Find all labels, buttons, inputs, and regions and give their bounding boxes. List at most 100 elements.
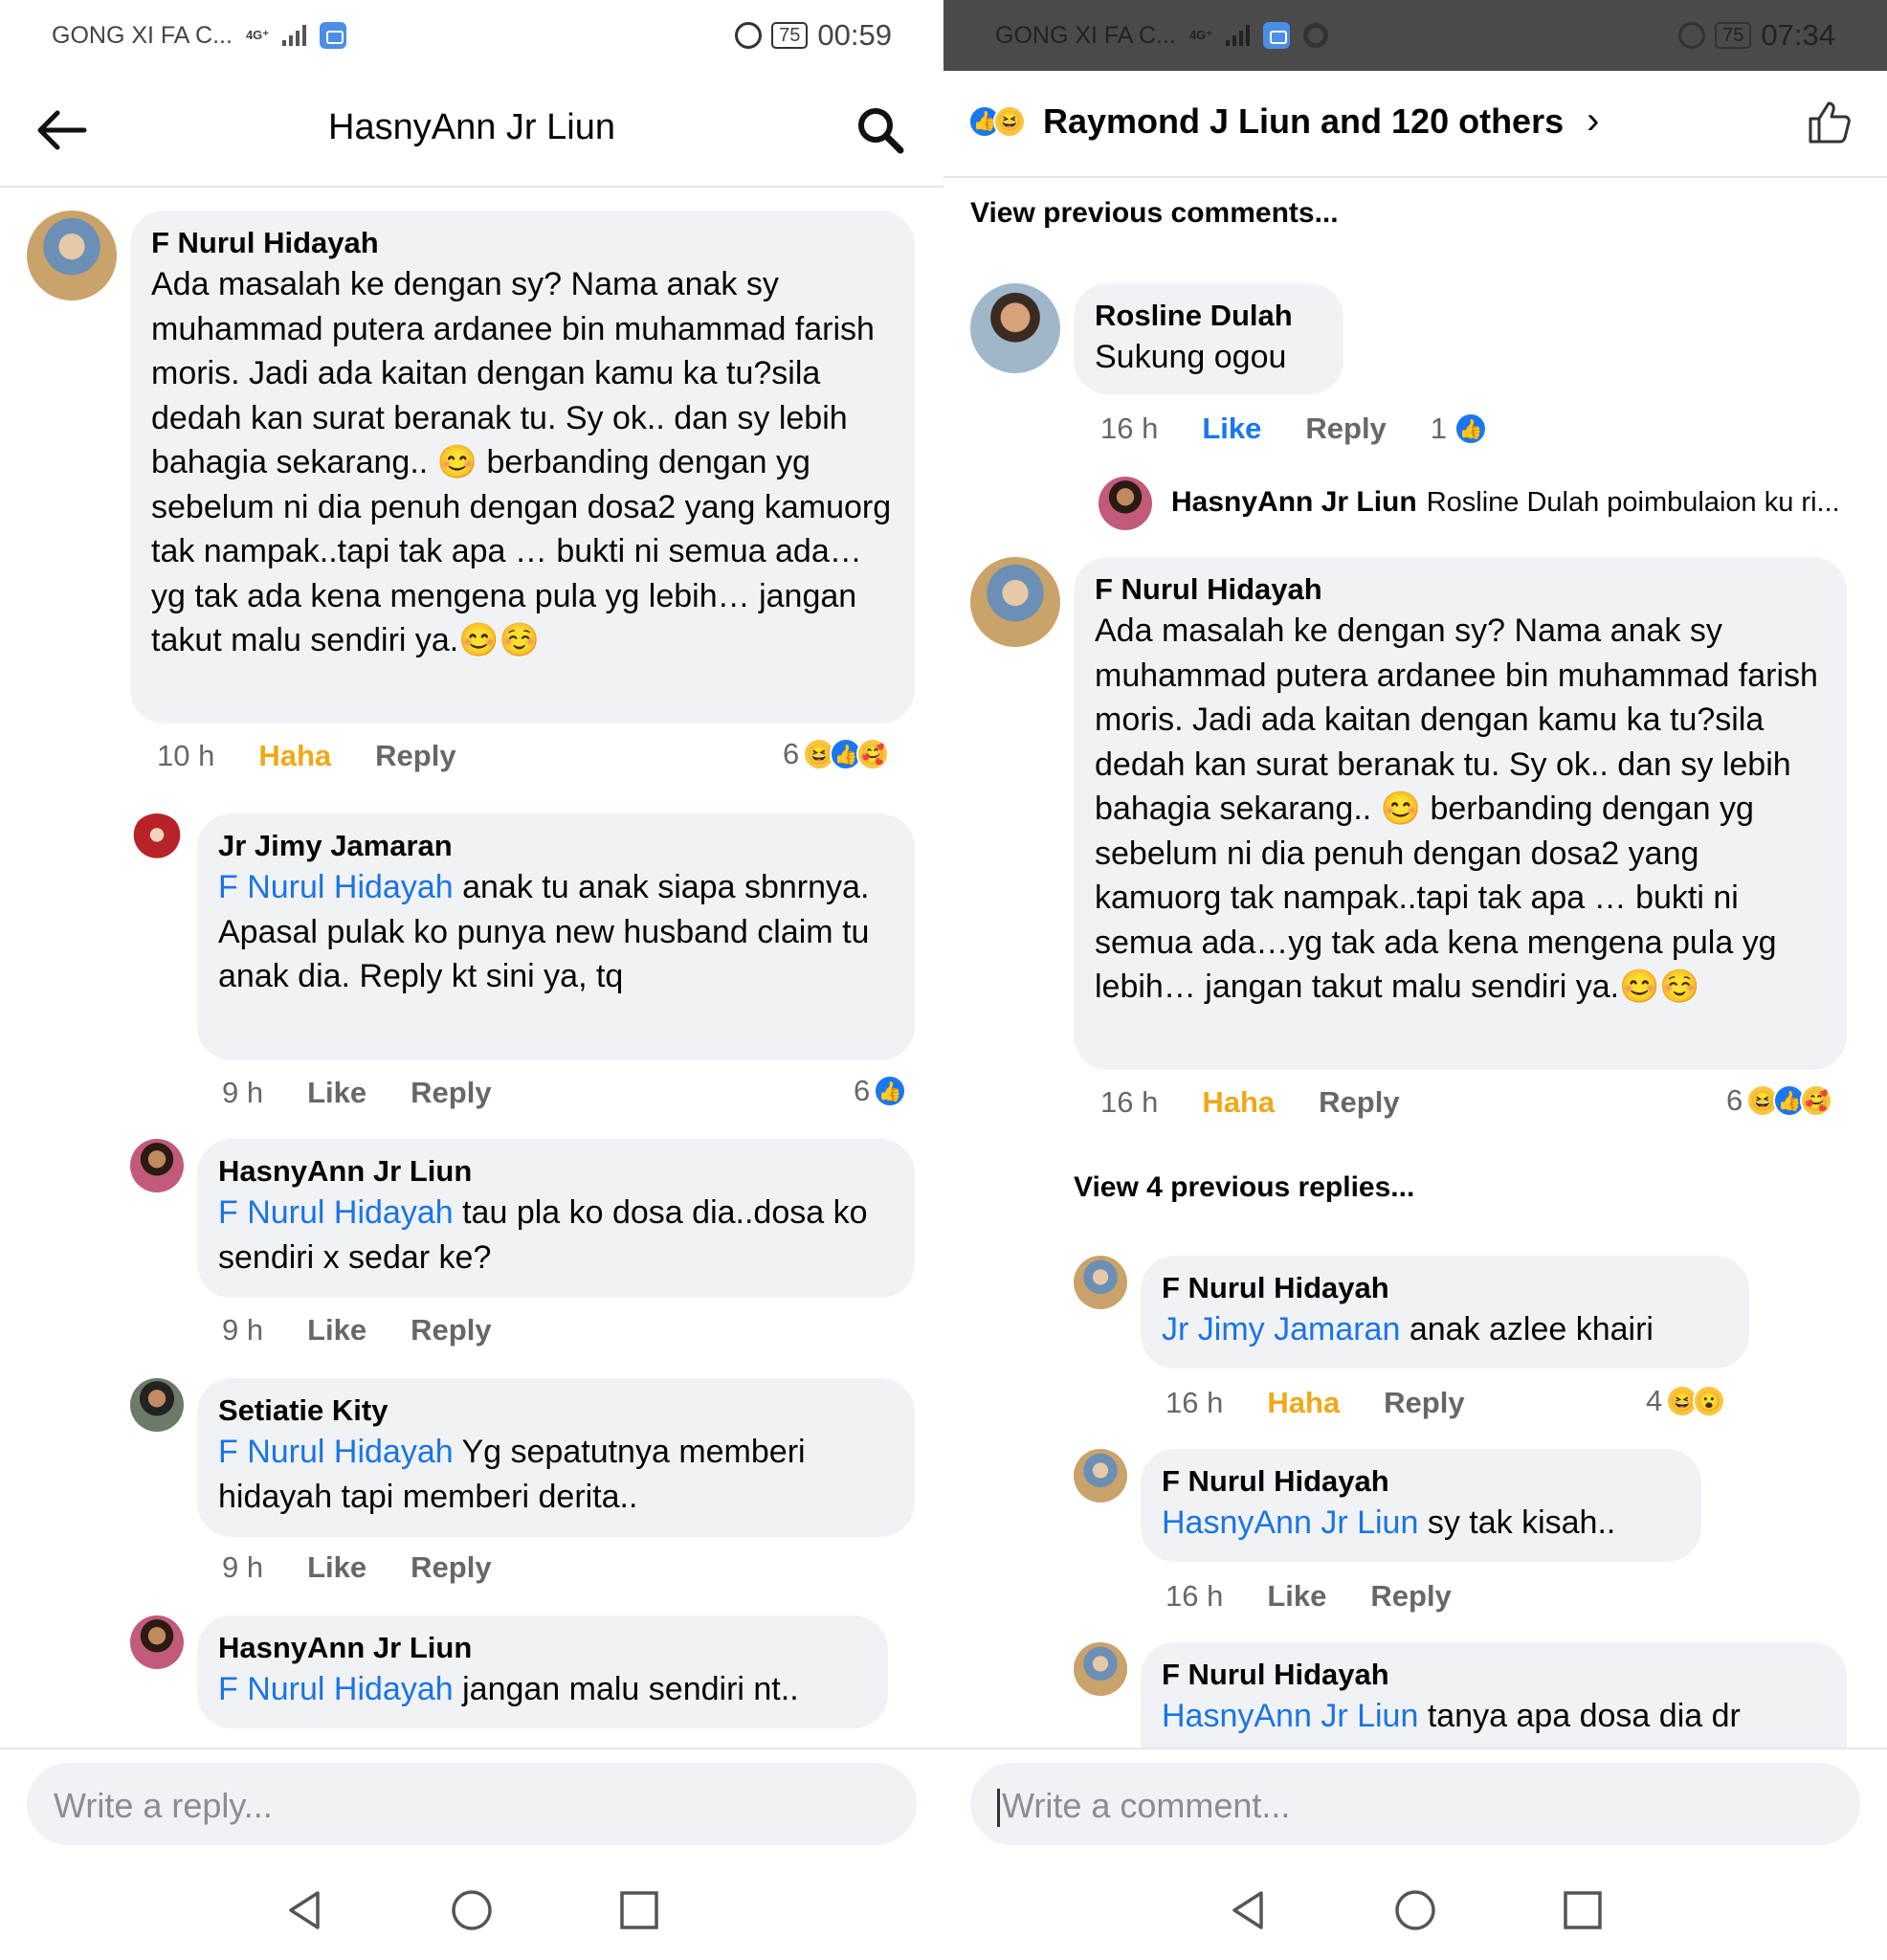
comment-author[interactable]: Jr Jimy Jamaran <box>218 827 894 865</box>
nav-recents-icon[interactable] <box>618 1889 660 1931</box>
app-notification-icon <box>320 22 347 49</box>
view-previous-replies-link[interactable]: View 4 previous replies... <box>1074 1171 1414 1204</box>
avatar[interactable] <box>970 557 1060 647</box>
comment-author[interactable]: F Nurul Hidayah <box>1162 1462 1680 1501</box>
reply-input[interactable]: Write a reply... <box>27 1763 917 1845</box>
reaction-button[interactable]: Haha <box>258 739 331 773</box>
nav-home-icon[interactable] <box>1394 1889 1436 1931</box>
avatar[interactable] <box>130 1615 184 1669</box>
nav-recents-icon[interactable] <box>1562 1889 1604 1931</box>
like-button[interactable]: Like <box>1202 412 1261 446</box>
comment-author[interactable]: F Nurul Hidayah <box>1095 570 1826 609</box>
avatar[interactable] <box>27 211 117 301</box>
nav-back-icon[interactable] <box>283 1889 325 1931</box>
status-bar: GONG XI FA C... 4G⁺ 75 07:34 <box>944 0 1887 71</box>
reply-button[interactable]: Reply <box>1370 1579 1451 1614</box>
avatar[interactable] <box>130 1139 184 1192</box>
comment-author[interactable]: HasnyAnn Jr Liun <box>218 1629 867 1667</box>
comment-bubble: F Nurul Hidayah Ada masalah ke dengan sy… <box>1074 557 1847 1070</box>
avatar[interactable] <box>130 1378 184 1432</box>
reaction-count: 4 <box>1646 1384 1663 1417</box>
reaction-count: 6 <box>854 1074 871 1107</box>
top-app-bar: HasnyAnn Jr Liun <box>0 71 944 188</box>
comment-text: Ada masalah ke dengan sy? Nama anak sy m… <box>151 266 892 658</box>
comment-bubble: F Nurul Hidayah Ada masalah ke dengan sy… <box>130 211 915 724</box>
wow-reaction-icon: 😮 <box>1693 1385 1726 1417</box>
reply-button[interactable]: Reply <box>411 1313 491 1348</box>
reaction-summary[interactable]: 4 😆 😮 <box>1646 1384 1726 1418</box>
page-title: HasnyAnn Jr Liun <box>328 107 615 147</box>
avatar[interactable] <box>1099 477 1152 530</box>
comment-input[interactable]: Write a comment... <box>970 1763 1860 1845</box>
reply-preview-text: Rosline Dulah poimbulaion ku ri... <box>1426 486 1840 518</box>
comment-text: Sukung ogou <box>1095 339 1287 375</box>
reaction-button[interactable]: Haha <box>1267 1386 1340 1420</box>
avatar[interactable] <box>130 813 184 867</box>
reply-button[interactable]: Reply <box>411 1076 491 1110</box>
comment-author[interactable]: Setiatie Kity <box>218 1392 894 1430</box>
comment-author[interactable]: Rosline Dulah <box>1095 297 1322 335</box>
reactors-label[interactable]: Raymond J Liun and 120 others <box>1043 101 1564 142</box>
comment-author[interactable]: F Nurul Hidayah <box>151 224 894 262</box>
reply-button[interactable]: Reply <box>1384 1386 1464 1420</box>
reaction-count: 6 <box>783 737 800 770</box>
reaction-summary[interactable]: 6 👍 <box>854 1074 907 1108</box>
comment-text: HasnyAnn Jr Liun tanya apa dosa dia dr <box>1162 1694 1826 1739</box>
avatar[interactable] <box>1074 1449 1127 1503</box>
comment-bubble: F Nurul Hidayah Jr Jimy Jamaran anak azl… <box>1141 1256 1749 1369</box>
reaction-summary[interactable]: 6 😆 👍 🥰 <box>1726 1083 1833 1118</box>
mention-link[interactable]: F Nurul Hidayah <box>218 869 454 905</box>
comment-actions: 16 h Like Reply 1 👍 <box>1100 412 1531 446</box>
nav-home-icon[interactable] <box>451 1889 493 1931</box>
chevron-right-icon[interactable]: › <box>1587 100 1599 143</box>
signal-icon <box>282 25 307 46</box>
reply-button[interactable]: Reply <box>1305 412 1386 446</box>
comment-text: Jr Jimy Jamaran anak azlee khairi <box>1162 1307 1728 1352</box>
mention-link[interactable]: F Nurul Hidayah <box>218 1194 454 1231</box>
comment-time: 10 h <box>157 739 215 772</box>
nav-back-icon[interactable] <box>1227 1889 1269 1931</box>
reaction-summary[interactable]: 6 😆 👍 🥰 <box>783 737 890 771</box>
comment-time: 9 h <box>222 1313 264 1347</box>
comment-bubble: Rosline Dulah Sukung ogou <box>1074 283 1343 394</box>
like-button[interactable]: Like <box>1267 1579 1326 1614</box>
signal-icon <box>1226 25 1251 46</box>
reactions-summary-link[interactable]: 👍 😆 Raymond J Liun and 120 others › <box>968 100 1599 143</box>
status-bar: GONG XI FA C... 4G⁺ 75 00:59 <box>0 0 944 71</box>
like-button[interactable]: Like <box>307 1550 366 1585</box>
network-type-label: 4G⁺ <box>1188 28 1213 42</box>
comment-actions: 9 h Like Reply <box>222 1313 536 1348</box>
battery-indicator: 75 <box>771 22 809 49</box>
network-type-label: 4G⁺ <box>245 28 270 42</box>
comment-time: 16 h <box>1100 412 1159 445</box>
search-icon[interactable] <box>855 105 905 155</box>
avatar[interactable] <box>970 283 1060 373</box>
comment-bubble: F Nurul Hidayah HasnyAnn Jr Liun sy tak … <box>1141 1449 1701 1562</box>
avatar[interactable] <box>1074 1642 1127 1696</box>
mention-link[interactable]: F Nurul Hidayah <box>218 1434 454 1470</box>
mention-link[interactable]: F Nurul Hidayah <box>218 1671 454 1707</box>
like-reaction-icon: 👍 <box>1454 412 1488 445</box>
comment-bubble: HasnyAnn Jr Liun F Nurul Hidayah jangan … <box>197 1615 888 1728</box>
view-previous-comments-link[interactable]: View previous comments... <box>970 197 1339 230</box>
reply-button[interactable]: Reply <box>411 1550 491 1585</box>
mention-link[interactable]: HasnyAnn Jr Liun <box>1162 1698 1418 1734</box>
reaction-button[interactable]: Haha <box>1202 1085 1275 1120</box>
comment-author[interactable]: F Nurul Hidayah <box>1162 1269 1728 1307</box>
comment-author[interactable]: F Nurul Hidayah <box>1162 1656 1826 1694</box>
like-button[interactable]: Like <box>307 1076 366 1110</box>
battery-indicator: 75 <box>1715 22 1752 49</box>
mention-link[interactable]: Jr Jimy Jamaran <box>1162 1311 1400 1348</box>
like-button[interactable]: Like <box>307 1313 366 1348</box>
reply-button[interactable]: Reply <box>1319 1085 1399 1120</box>
comment-bubble: HasnyAnn Jr Liun F Nurul Hidayah tau pla… <box>197 1139 915 1298</box>
avatar[interactable] <box>1074 1256 1127 1309</box>
mention-link[interactable]: HasnyAnn Jr Liun <box>1162 1504 1418 1541</box>
thumbs-up-icon[interactable] <box>1805 98 1853 145</box>
alarm-icon <box>1678 22 1706 49</box>
comment-author[interactable]: HasnyAnn Jr Liun <box>218 1152 894 1191</box>
comment-text: F Nurul Hidayah tau pla ko dosa dia..dos… <box>218 1191 894 1280</box>
reply-button[interactable]: Reply <box>375 739 455 773</box>
comment-actions: 9 h Like Reply <box>222 1076 536 1110</box>
reply-preview[interactable]: HasnyAnn Jr Liun Rosline Dulah poimbulai… <box>1171 486 1840 519</box>
